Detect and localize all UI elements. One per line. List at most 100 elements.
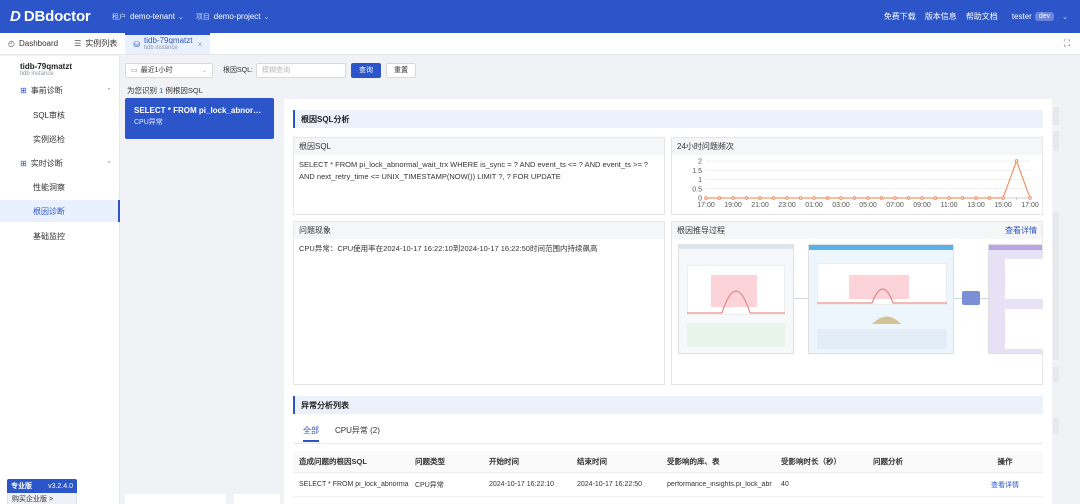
scroll-marker[interactable] <box>1053 418 1059 434</box>
tab-subtitle: tidb instance <box>144 45 178 51</box>
sidebar-item-performance-insight[interactable]: 性能洞察 <box>0 176 120 198</box>
help-docs-link[interactable]: 帮助文档 <box>966 11 998 22</box>
tab-label: 实例列表 <box>85 39 118 48</box>
cell-affected-tables: performance_insights.pi_lock_abr <box>667 481 772 488</box>
root-sql-list-item[interactable]: SELECT * FROM pi_lock_abnormal_... CPU异常 <box>125 98 274 139</box>
scroll-marker[interactable] <box>1053 367 1059 382</box>
cell-affected-duration: 40 <box>781 481 789 488</box>
data-point <box>893 196 897 200</box>
sidebar: tidb-79qmatzt tidb instance ⊞ 事前诊断 ⌃ SQL… <box>0 56 120 504</box>
connector-line <box>954 298 962 299</box>
data-point <box>704 196 708 200</box>
column-header: 造成问题的根因SQL <box>299 457 367 466</box>
tenant-label: 租户 <box>112 13 126 21</box>
identified-count: 1 <box>159 86 164 95</box>
cell-start-time: 2024-10-17 16:22:10 <box>489 481 554 488</box>
data-point <box>866 196 870 200</box>
derivation-card: 根因推导过程 查看详情 <box>671 221 1043 385</box>
data-point <box>1028 196 1032 200</box>
list-icon: ☰ <box>74 39 82 48</box>
column-header: 受影响的库、表 <box>667 457 720 466</box>
time-range-value: 最近1小时 <box>140 67 173 74</box>
y-tick-label: 1 <box>698 177 702 184</box>
user-menu[interactable]: tester dev ⌄ <box>1012 12 1068 21</box>
grid-icon: ⊞ <box>20 86 27 95</box>
fullscreen-icon[interactable]: ⛶ <box>1064 38 1070 49</box>
table-header: 造成问题的根因SQL 问题类型 开始时间 结束时间 受影响的库、表 受影响时长（… <box>293 451 1043 473</box>
x-tick-label: 21:00 <box>751 202 769 209</box>
close-icon[interactable]: × <box>197 40 202 49</box>
instance-name: tidb-79qmatzt <box>20 62 72 71</box>
column-header: 结束时间 <box>577 457 607 466</box>
x-tick-label: 19:00 <box>724 202 742 209</box>
chevron-down-icon: ⌄ <box>201 67 207 74</box>
cell-problem-type: CPU异常 <box>415 481 444 489</box>
app-logo[interactable]: D DBdoctor <box>10 8 100 25</box>
chevron-down-icon: ⌄ <box>177 13 184 21</box>
tab-dashboard[interactable]: ◴ Dashboard <box>0 33 66 54</box>
card-title: 根因SQL <box>294 138 664 155</box>
x-tick-label: 09:00 <box>913 202 931 209</box>
scroll-marker[interactable] <box>1053 212 1059 360</box>
tenant-selector[interactable]: 租户 demo-tenant ⌄ <box>112 12 184 22</box>
instance-type: tidb instance <box>20 71 54 77</box>
time-range-select[interactable]: ▭ 最近1小时 ⌄ <box>125 62 213 78</box>
group-label: 实时诊断 <box>30 159 63 168</box>
data-point <box>744 196 749 200</box>
scroll-marker[interactable] <box>1053 131 1059 151</box>
buy-enterprise-link[interactable]: 购买企业版 > <box>7 493 77 504</box>
query-button[interactable]: 查询 <box>350 62 381 78</box>
tab-instance-list[interactable]: ☰ 实例列表 <box>66 33 125 54</box>
x-tick-label: 23:00 <box>778 202 796 209</box>
data-point <box>852 196 857 200</box>
project-selector[interactable]: 项目 demo-project ⌄ <box>196 12 270 22</box>
section-anomaly-list: 异常分析列表 <box>293 396 1043 414</box>
reset-button[interactable]: 重置 <box>385 62 416 78</box>
sql-item-type: CPU异常 <box>134 119 163 126</box>
phenomenon-text: CPU异常：CPU使用率在2024-10-17 16:22:10到2024-10… <box>299 244 598 253</box>
view-details-link[interactable]: 查看详情 <box>1005 225 1037 236</box>
view-details-link[interactable]: 查看详情 <box>967 480 1043 490</box>
connector-line <box>794 298 808 299</box>
scroll-marker[interactable] <box>1053 107 1059 125</box>
tab-instance-detail[interactable]: ⛁ tidb-79qmatzt tidb instance × <box>125 33 211 54</box>
y-tick-label: 0.5 <box>692 186 702 193</box>
chevron-up-icon: ⌃ <box>106 87 112 95</box>
table-row[interactable]: SELECT * FROM pi_lock_abnormal_ CPU异常 20… <box>293 473 1043 497</box>
derivation-diagram[interactable] <box>672 239 1043 384</box>
x-tick-label: 13:00 <box>967 202 985 209</box>
column-header: 受影响时长（秒） <box>781 457 841 466</box>
sidebar-group-realtime-diagnosis[interactable]: ⊞ 实时诊断 ⌃ <box>20 158 112 169</box>
data-point <box>1014 159 1019 163</box>
tab-all[interactable]: 全部 <box>303 425 319 442</box>
sql-item-title: SELECT * FROM pi_lock_abnormal_... <box>134 106 265 115</box>
root-sql-search-input[interactable]: 模糊查询 <box>255 62 346 78</box>
x-tick-label: 11:00 <box>941 202 958 209</box>
data-point <box>731 196 735 200</box>
sidebar-item-instance-inspection[interactable]: 实例巡检 <box>0 128 120 150</box>
data-point <box>771 196 776 200</box>
distribution-curve-icon <box>817 288 947 304</box>
tab-cpu-anomaly[interactable]: CPU异常 (2) <box>335 425 380 442</box>
free-download-link[interactable]: 免费下载 <box>884 11 916 22</box>
logo-icon: D <box>10 8 21 25</box>
diagram-node <box>962 291 980 305</box>
user-name: tester <box>1011 12 1032 21</box>
user-env-badge: dev <box>1034 12 1055 21</box>
sidebar-group-pre-diagnosis[interactable]: ⊞ 事前诊断 ⌃ <box>20 85 112 96</box>
y-tick-label: 2 <box>698 159 702 166</box>
diagram-thumbnail <box>678 244 794 354</box>
x-tick-label: 07:00 <box>886 202 904 209</box>
data-point <box>798 196 803 200</box>
data-point <box>906 196 911 200</box>
sidebar-item-basic-monitor[interactable]: 基础监控 <box>0 225 120 247</box>
cell-end-time: 2024-10-17 16:22:50 <box>577 481 642 488</box>
version-info-link[interactable]: 版本信息 <box>925 11 957 22</box>
data-point <box>785 196 789 200</box>
group-label: 事前诊断 <box>30 86 63 95</box>
sidebar-item-sql-audit[interactable]: SQL审核 <box>0 104 120 126</box>
grid-icon: ⊞ <box>20 159 27 168</box>
calendar-icon: ▭ <box>131 67 138 74</box>
sidebar-item-root-cause[interactable]: 根因诊断 <box>0 200 120 222</box>
identified-suffix: 例根因SQL <box>165 86 203 95</box>
